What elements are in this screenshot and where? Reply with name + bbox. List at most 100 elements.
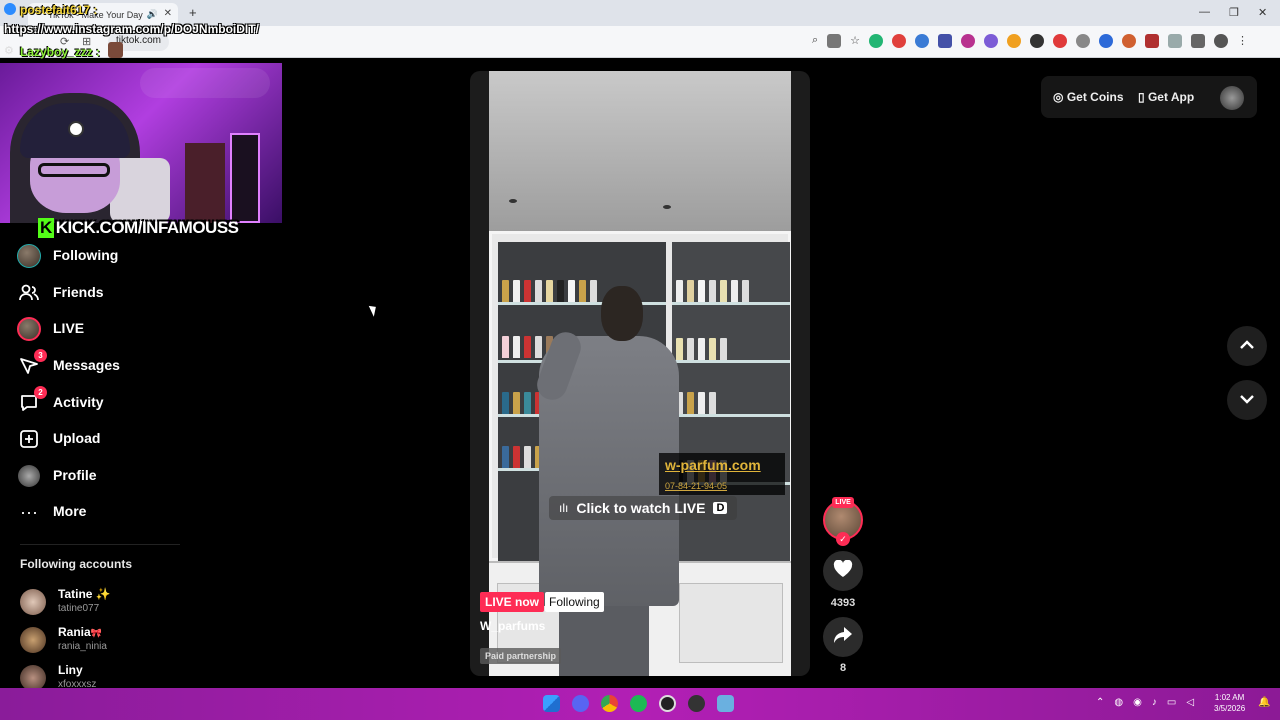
close-window-icon[interactable]: ✕ — [1258, 6, 1267, 19]
taskbar: ⌃ ◍ ◉ ♪ ▭ ◁ 1:02 AM 3/5/2026 🔔 — [0, 688, 1280, 720]
account-name: Rania — [58, 625, 91, 639]
remote-desktop-icon[interactable] — [717, 695, 734, 712]
get-coins-button[interactable]: ◎ Get Coins — [1053, 90, 1124, 104]
next-video-button[interactable] — [1227, 380, 1267, 420]
mouse-cursor — [368, 303, 380, 317]
extension-orange-icon[interactable] — [1007, 34, 1022, 48]
extension-navy-icon[interactable] — [1099, 34, 1114, 48]
sidebar-item-live[interactable]: LIVE — [16, 314, 216, 344]
video-player[interactable]: w-parfum.com 07-84-21-94-05 ılı Click to… — [470, 71, 810, 676]
chevron-down-icon — [1239, 391, 1255, 409]
clock-date: 3/5/2026 — [1214, 704, 1246, 713]
sidebar-item-more[interactable]: ··· More — [16, 497, 216, 527]
extension-rust-icon[interactable] — [1122, 34, 1137, 48]
video-author[interactable]: W_parfums — [480, 619, 545, 633]
sidebar-item-upload[interactable]: Upload — [16, 424, 216, 454]
taskbar-clock[interactable]: 1:02 AM 3/5/2026 — [1214, 692, 1245, 714]
drawer — [679, 583, 783, 663]
get-app-button[interactable]: ▯ Get App — [1138, 90, 1194, 104]
clock-time: 1:02 AM — [1214, 693, 1245, 702]
following-accounts-title: Following accounts — [20, 557, 133, 571]
close-tab-icon[interactable]: ✕ — [164, 8, 172, 19]
sidebar-item-activity[interactable]: 2 Activity — [16, 386, 216, 418]
webcam-overlay — [0, 63, 282, 223]
extension-dark-icon[interactable] — [1030, 34, 1045, 48]
shelf — [672, 360, 790, 363]
extension-toolbar: ⌕ ☆ ⋮ — [812, 34, 1248, 50]
webcam-shelf — [185, 143, 225, 223]
account-emoji: ✨ — [95, 587, 111, 601]
zoom-icon[interactable]: ⌕ — [812, 34, 818, 50]
browser-menu-icon[interactable]: ⋮ — [1237, 34, 1248, 50]
spotify-icon[interactable] — [630, 695, 647, 712]
share-button[interactable] — [823, 617, 863, 657]
bookmark-star-icon[interactable]: ☆ — [850, 34, 860, 50]
volume-icon[interactable]: ◁ — [1186, 697, 1194, 708]
chat-username: postefait617 : — [20, 3, 98, 17]
extension-crimson-icon[interactable] — [1053, 34, 1068, 48]
check-icon: ✓ — [836, 532, 850, 546]
sidebar-divider — [20, 544, 180, 545]
avatar[interactable] — [1220, 86, 1244, 110]
account-name: Liny — [58, 663, 83, 677]
sidebar-item-label: Upload — [53, 430, 101, 446]
sidebar-item-messages[interactable]: 3 Messages — [16, 349, 216, 381]
tray-chevron-icon[interactable]: ⌃ — [1096, 697, 1104, 708]
chrome-icon[interactable] — [601, 695, 618, 712]
gear-icon: ⚙ — [4, 45, 14, 57]
brand-name: w-parfum.com — [665, 457, 761, 473]
tray-discord-icon[interactable]: ◉ — [1133, 697, 1142, 708]
extension-red-icon[interactable] — [892, 34, 907, 48]
bottle-row — [676, 338, 727, 360]
live-avatar-icon — [16, 316, 42, 342]
extensions-puzzle-icon[interactable] — [1168, 34, 1183, 48]
sidebar-item-label: Following — [53, 247, 119, 263]
extension-indigo-icon[interactable] — [938, 34, 953, 48]
new-tab-button[interactable]: + — [189, 5, 197, 20]
avatar — [20, 589, 46, 615]
maximize-icon[interactable]: ❐ — [1229, 6, 1239, 19]
microphone-icon[interactable]: ♪ — [1152, 697, 1157, 708]
watch-live-label: Click to watch LIVE — [576, 500, 706, 516]
sidebar-item-friends[interactable]: Friends — [16, 278, 216, 308]
live-now-badge[interactable]: LIVE now — [480, 592, 544, 612]
extension-magenta-icon[interactable] — [961, 34, 976, 48]
like-button[interactable] — [823, 551, 863, 591]
man-head — [601, 286, 643, 341]
notification-bell-icon[interactable]: 🔔 — [1258, 697, 1270, 708]
extension-square-icon[interactable] — [1145, 34, 1160, 48]
webcam-pc-case — [230, 133, 260, 223]
account-name-row: Tatine ✨ — [58, 587, 111, 601]
network-icon[interactable]: ▭ — [1167, 697, 1176, 708]
watch-live-button[interactable]: ılı Click to watch LIVE D — [549, 496, 738, 520]
extension-violet-icon[interactable] — [984, 34, 999, 48]
chat-avatar — [108, 42, 123, 58]
following-account[interactable]: Rania🎀 rania_ninia — [20, 624, 220, 658]
speaker-icon[interactable]: 🔊 — [147, 9, 158, 20]
messages-badge: 3 — [34, 349, 47, 362]
discord-icon[interactable] — [572, 695, 589, 712]
following-account[interactable]: Tatine ✨ tatine077 — [20, 586, 220, 620]
windows-start-icon[interactable] — [543, 695, 560, 712]
profile-icon[interactable] — [1214, 34, 1229, 48]
extension-green-icon[interactable] — [869, 34, 884, 48]
previous-video-button[interactable] — [1227, 326, 1267, 366]
obs-icon[interactable] — [659, 695, 676, 712]
sidebar-item-profile[interactable]: Profile — [16, 461, 216, 491]
extension-blue-icon[interactable] — [915, 34, 930, 48]
tray-app-icon[interactable]: ◍ — [1114, 697, 1123, 708]
sidebar-item-following[interactable]: Following — [16, 241, 216, 271]
minimize-icon[interactable]: — — [1199, 6, 1210, 18]
cast-icon[interactable] — [827, 34, 842, 48]
taskbar-apps — [543, 695, 734, 712]
app-icon[interactable] — [688, 695, 705, 712]
chat-message-url: https://www.instagram.com/p/DOJNmboiDIT/ — [4, 22, 259, 36]
extension-grey-icon[interactable] — [1076, 34, 1091, 48]
reading-list-icon[interactable] — [1191, 34, 1206, 48]
paid-partnership-label: Paid partnership — [480, 648, 562, 664]
phone-icon: ▯ — [1138, 90, 1145, 104]
sidebar-item-label: Activity — [53, 394, 104, 410]
get-coins-label: Get Coins — [1066, 90, 1124, 104]
profile-avatar-icon — [16, 463, 42, 489]
more-dots-icon: ··· — [20, 501, 38, 522]
